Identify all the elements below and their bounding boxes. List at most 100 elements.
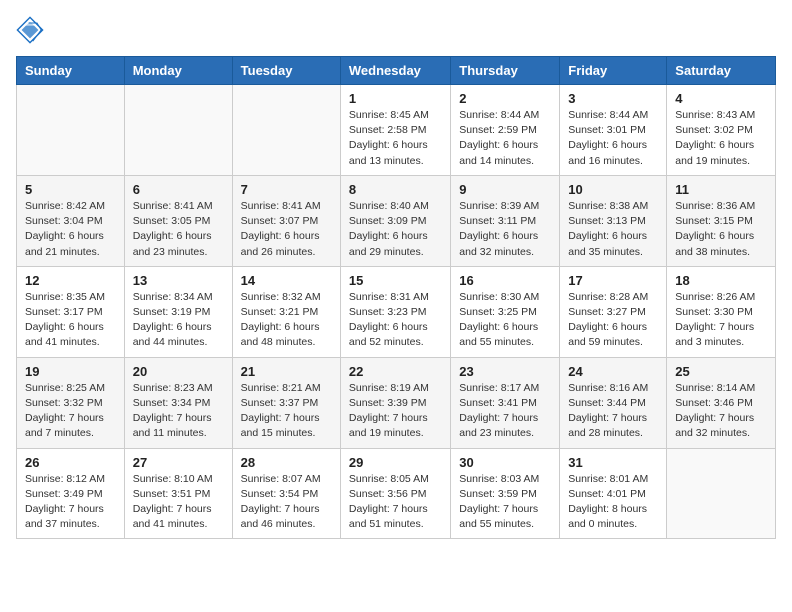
- calendar-cell: 21 Sunrise: 8:21 AM Sunset: 3:37 PM Dayli…: [232, 357, 340, 448]
- day-info: Sunrise: 8:40 AM Sunset: 3:09 PM Dayligh…: [349, 199, 442, 260]
- day-number: 14: [241, 273, 332, 288]
- day-of-week-header: Friday: [560, 57, 667, 85]
- day-info: Sunrise: 8:43 AM Sunset: 3:02 PM Dayligh…: [675, 108, 767, 169]
- generalblue-icon: [16, 16, 44, 44]
- calendar-cell: [232, 85, 340, 176]
- day-of-week-header: Saturday: [667, 57, 776, 85]
- calendar-cell: 30 Sunrise: 8:03 AM Sunset: 3:59 PM Dayli…: [451, 448, 560, 539]
- calendar-cell: 29Sunrise: 8:05 AM Sunset: 3:56 PM Dayli…: [340, 448, 450, 539]
- day-number: 28: [241, 455, 332, 470]
- calendar-cell: 5 Sunrise: 8:42 AM Sunset: 3:04 PM Daylig…: [17, 175, 125, 266]
- calendar-cell: [17, 85, 125, 176]
- calendar-cell: 24 Sunrise: 8:16 AM Sunset: 3:44 PM Dayli…: [560, 357, 667, 448]
- calendar-cell: 17Sunrise: 8:28 AM Sunset: 3:27 PM Dayli…: [560, 266, 667, 357]
- day-number: 27: [133, 455, 224, 470]
- page-header: [16, 16, 776, 44]
- day-of-week-header: Tuesday: [232, 57, 340, 85]
- day-info: Sunrise: 8:23 AM Sunset: 3:34 PM Dayligh…: [133, 381, 224, 442]
- day-number: 1: [349, 91, 442, 106]
- day-number: 6: [133, 182, 224, 197]
- calendar-cell: 27 Sunrise: 8:10 AM Sunset: 3:51 PM Dayli…: [124, 448, 232, 539]
- day-of-week-header: Sunday: [17, 57, 125, 85]
- day-info: Sunrise: 8:19 AM Sunset: 3:39 PM Dayligh…: [349, 381, 442, 442]
- calendar-cell: 1 Sunrise: 8:45 AM Sunset: 2:58 PM Daylig…: [340, 85, 450, 176]
- day-number: 15: [349, 273, 442, 288]
- day-number: 21: [241, 364, 332, 379]
- calendar-cell: [667, 448, 776, 539]
- day-info: Sunrise: 8:14 AM Sunset: 3:46 PM Dayligh…: [675, 381, 767, 442]
- calendar-cell: 6 Sunrise: 8:41 AM Sunset: 3:05 PM Daylig…: [124, 175, 232, 266]
- day-info: Sunrise: 8:16 AM Sunset: 3:44 PM Dayligh…: [568, 381, 658, 442]
- day-number: 7: [241, 182, 332, 197]
- calendar-cell: 11 Sunrise: 8:36 AM Sunset: 3:15 PM Dayli…: [667, 175, 776, 266]
- day-info: Sunrise: 8:44 AM Sunset: 3:01 PM Dayligh…: [568, 108, 658, 169]
- day-number: 10: [568, 182, 658, 197]
- day-info: Sunrise: 8:21 AM Sunset: 3:37 PM Dayligh…: [241, 381, 332, 442]
- day-number: 13: [133, 273, 224, 288]
- day-info: Sunrise: 8:34 AM Sunset: 3:19 PM Dayligh…: [133, 290, 224, 351]
- calendar-table: SundayMondayTuesdayWednesdayThursdayFrid…: [16, 56, 776, 539]
- calendar-cell: 12Sunrise: 8:35 AM Sunset: 3:17 PM Dayli…: [17, 266, 125, 357]
- calendar-header-row: SundayMondayTuesdayWednesdayThursdayFrid…: [17, 57, 776, 85]
- calendar-cell: 23Sunrise: 8:17 AM Sunset: 3:41 PM Dayli…: [451, 357, 560, 448]
- day-info: Sunrise: 8:03 AM Sunset: 3:59 PM Dayligh…: [459, 472, 551, 533]
- day-info: Sunrise: 8:01 AM Sunset: 4:01 PM Dayligh…: [568, 472, 658, 533]
- calendar-cell: 8 Sunrise: 8:40 AM Sunset: 3:09 PM Daylig…: [340, 175, 450, 266]
- calendar-cell: 9Sunrise: 8:39 AM Sunset: 3:11 PM Daylig…: [451, 175, 560, 266]
- calendar-cell: 22 Sunrise: 8:19 AM Sunset: 3:39 PM Dayli…: [340, 357, 450, 448]
- day-info: Sunrise: 8:12 AM Sunset: 3:49 PM Dayligh…: [25, 472, 116, 533]
- day-info: Sunrise: 8:10 AM Sunset: 3:51 PM Dayligh…: [133, 472, 224, 533]
- calendar-week-row: 1 Sunrise: 8:45 AM Sunset: 2:58 PM Daylig…: [17, 85, 776, 176]
- day-number: 4: [675, 91, 767, 106]
- day-number: 24: [568, 364, 658, 379]
- calendar-week-row: 26 Sunrise: 8:12 AM Sunset: 3:49 PM Dayli…: [17, 448, 776, 539]
- calendar-cell: 3 Sunrise: 8:44 AM Sunset: 3:01 PM Daylig…: [560, 85, 667, 176]
- day-number: 11: [675, 182, 767, 197]
- day-info: Sunrise: 8:38 AM Sunset: 3:13 PM Dayligh…: [568, 199, 658, 260]
- day-info: Sunrise: 8:41 AM Sunset: 3:05 PM Dayligh…: [133, 199, 224, 260]
- calendar-cell: 31 Sunrise: 8:01 AM Sunset: 4:01 PM Dayli…: [560, 448, 667, 539]
- calendar-cell: 19Sunrise: 8:25 AM Sunset: 3:32 PM Dayli…: [17, 357, 125, 448]
- day-number: 22: [349, 364, 442, 379]
- day-number: 31: [568, 455, 658, 470]
- calendar-cell: 4 Sunrise: 8:43 AM Sunset: 3:02 PM Daylig…: [667, 85, 776, 176]
- day-info: Sunrise: 8:36 AM Sunset: 3:15 PM Dayligh…: [675, 199, 767, 260]
- calendar-cell: 14 Sunrise: 8:32 AM Sunset: 3:21 PM Dayli…: [232, 266, 340, 357]
- calendar-cell: 2 Sunrise: 8:44 AM Sunset: 2:59 PM Daylig…: [451, 85, 560, 176]
- calendar-cell: 15 Sunrise: 8:31 AM Sunset: 3:23 PM Dayli…: [340, 266, 450, 357]
- calendar-cell: 28 Sunrise: 8:07 AM Sunset: 3:54 PM Dayli…: [232, 448, 340, 539]
- day-number: 8: [349, 182, 442, 197]
- day-info: Sunrise: 8:42 AM Sunset: 3:04 PM Dayligh…: [25, 199, 116, 260]
- day-number: 9: [459, 182, 551, 197]
- day-info: Sunrise: 8:45 AM Sunset: 2:58 PM Dayligh…: [349, 108, 442, 169]
- day-number: 5: [25, 182, 116, 197]
- day-number: 2: [459, 91, 551, 106]
- day-info: Sunrise: 8:31 AM Sunset: 3:23 PM Dayligh…: [349, 290, 442, 351]
- day-info: Sunrise: 8:32 AM Sunset: 3:21 PM Dayligh…: [241, 290, 332, 351]
- day-number: 18: [675, 273, 767, 288]
- calendar-cell: 18Sunrise: 8:26 AM Sunset: 3:30 PM Dayli…: [667, 266, 776, 357]
- calendar-cell: 7 Sunrise: 8:41 AM Sunset: 3:07 PM Daylig…: [232, 175, 340, 266]
- day-info: Sunrise: 8:35 AM Sunset: 3:17 PM Dayligh…: [25, 290, 116, 351]
- day-info: Sunrise: 8:41 AM Sunset: 3:07 PM Dayligh…: [241, 199, 332, 260]
- calendar-cell: [124, 85, 232, 176]
- day-number: 17: [568, 273, 658, 288]
- day-info: Sunrise: 8:44 AM Sunset: 2:59 PM Dayligh…: [459, 108, 551, 169]
- day-of-week-header: Monday: [124, 57, 232, 85]
- day-info: Sunrise: 8:07 AM Sunset: 3:54 PM Dayligh…: [241, 472, 332, 533]
- calendar-cell: 13 Sunrise: 8:34 AM Sunset: 3:19 PM Dayli…: [124, 266, 232, 357]
- calendar-week-row: 5 Sunrise: 8:42 AM Sunset: 3:04 PM Daylig…: [17, 175, 776, 266]
- day-number: 23: [459, 364, 551, 379]
- day-number: 19: [25, 364, 116, 379]
- calendar-cell: 16Sunrise: 8:30 AM Sunset: 3:25 PM Dayli…: [451, 266, 560, 357]
- day-number: 30: [459, 455, 551, 470]
- day-number: 16: [459, 273, 551, 288]
- day-number: 25: [675, 364, 767, 379]
- calendar-cell: 25 Sunrise: 8:14 AM Sunset: 3:46 PM Dayli…: [667, 357, 776, 448]
- day-number: 29: [349, 455, 442, 470]
- day-number: 20: [133, 364, 224, 379]
- calendar-cell: 26 Sunrise: 8:12 AM Sunset: 3:49 PM Dayli…: [17, 448, 125, 539]
- day-number: 3: [568, 91, 658, 106]
- calendar-cell: 20 Sunrise: 8:23 AM Sunset: 3:34 PM Dayli…: [124, 357, 232, 448]
- day-number: 26: [25, 455, 116, 470]
